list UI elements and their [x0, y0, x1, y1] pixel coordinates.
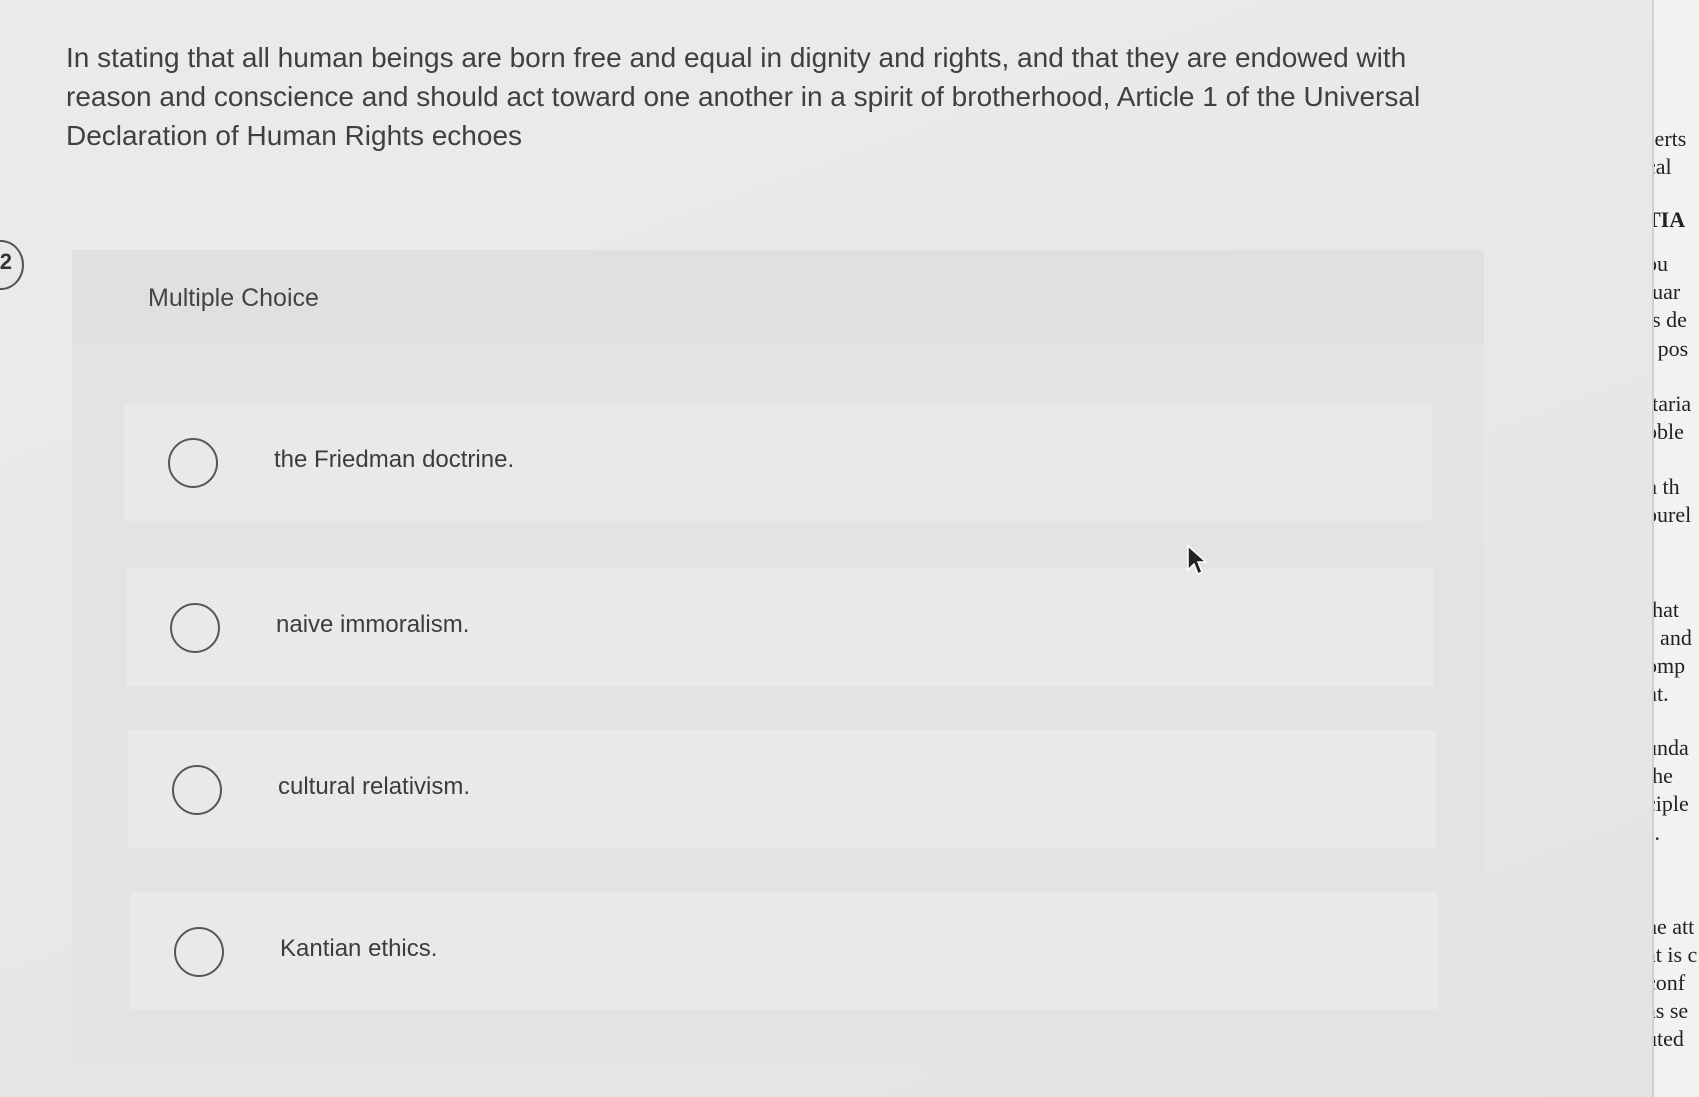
paper-text-line: n th	[1654, 474, 1680, 499]
answer-option-b[interactable]: naive immoralism.	[126, 568, 1434, 686]
question-text: In stating that all human beings are bor…	[66, 42, 1421, 151]
paper-text-line: t pos	[1654, 336, 1689, 361]
background-paper-page: serts cal TIA bu tuar is de t pos itaria…	[1652, 0, 1699, 1097]
paper-text-line: omp	[1654, 653, 1686, 678]
paper-text-line: ciple	[1654, 791, 1689, 816]
paper-text-line: itaria	[1652, 391, 1692, 416]
paper-text-line: s.	[1654, 820, 1661, 845]
question-number: 2	[0, 249, 12, 274]
question-number-tab[interactable]: 2	[0, 240, 24, 290]
answer-option-a[interactable]: the Friedman doctrine.	[124, 403, 1432, 521]
paper-text-line: serts	[1654, 126, 1687, 151]
paper-text-line: he att	[1654, 914, 1695, 939]
multiple-choice-panel: Multiple Choice the Friedman doctrine. n…	[72, 250, 1484, 1065]
radio-circle-icon[interactable]	[172, 765, 222, 815]
paper-text-line: the	[1652, 763, 1673, 788]
paper-text-line: s and	[1654, 625, 1692, 650]
answer-option-label[interactable]: Kantian ethics.	[280, 935, 437, 963]
radio-circle-icon[interactable]	[170, 603, 220, 653]
answer-option-label[interactable]: naive immoralism.	[276, 611, 469, 639]
paper-text-line: bu	[1654, 251, 1668, 276]
multiple-choice-header: Multiple Choice	[72, 250, 1484, 345]
paper-text-line: at is c	[1654, 942, 1698, 967]
paper-text-line: unda	[1654, 735, 1689, 760]
paper-text-line: tuar	[1652, 279, 1681, 304]
paper-text-line: as se	[1654, 998, 1689, 1023]
paper-text-line: uted	[1654, 1026, 1684, 1051]
paper-text-line: purel	[1654, 502, 1692, 527]
paper-text-line: TIA	[1654, 207, 1686, 232]
paper-text-line: cal	[1654, 154, 1672, 179]
radio-circle-icon[interactable]	[174, 927, 224, 977]
answer-option-d[interactable]: Kantian ethics.	[130, 892, 1438, 1010]
paper-text-line: conf	[1654, 970, 1686, 995]
answer-option-label[interactable]: the Friedman doctrine.	[274, 446, 514, 474]
mouse-pointer-icon	[1187, 544, 1208, 576]
paper-text-line: that	[1652, 597, 1679, 622]
paper-text-line: oble	[1654, 419, 1684, 444]
radio-circle-icon[interactable]	[168, 438, 218, 488]
paper-text-line: nt.	[1654, 681, 1669, 706]
answer-option-c[interactable]: cultural relativism.	[128, 730, 1436, 848]
multiple-choice-label: Multiple Choice	[148, 284, 319, 312]
answer-option-label[interactable]: cultural relativism.	[278, 773, 470, 801]
paper-text-line: is de	[1652, 307, 1687, 332]
quiz-screen: 2 In stating that all human beings are b…	[0, 0, 1662, 1097]
